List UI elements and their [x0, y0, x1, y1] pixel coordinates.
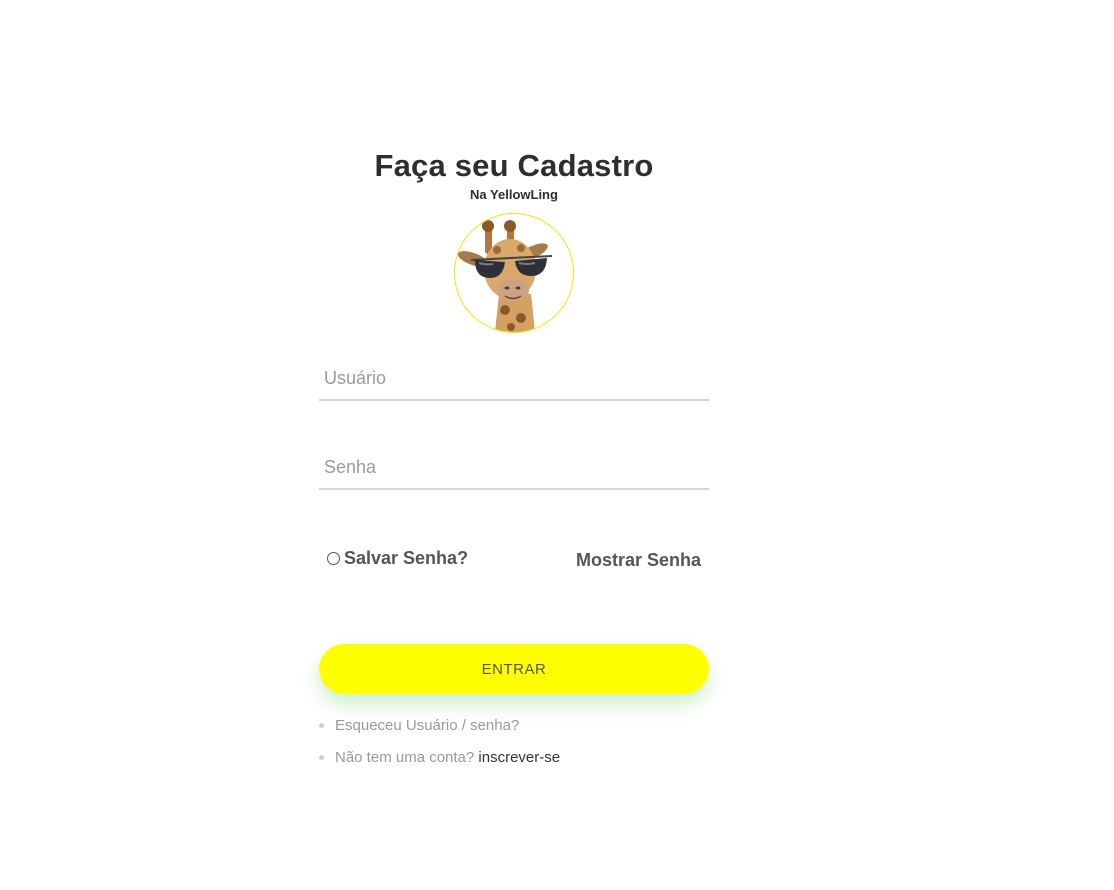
list-item: Não tem uma conta? inscrever-se [319, 746, 560, 778]
no-account-text: Não tem uma conta? [335, 749, 475, 766]
form-options: Salvar Senha? Mostrar Senha [319, 548, 709, 572]
signup-page: Faça seu Cadastro Na YellowLing Usuário … [0, 0, 1114, 890]
username-input[interactable] [319, 357, 709, 401]
remember-password-toggle[interactable]: Salvar Senha? [327, 548, 468, 569]
giraffe-sunglasses-icon [457, 220, 553, 332]
forgot-credentials-link[interactable]: Esqueceu Usuário / senha? [335, 717, 519, 734]
signup-link[interactable]: inscrever-se [478, 749, 560, 766]
password-input[interactable] [319, 446, 709, 490]
avatar [454, 213, 574, 333]
remember-label: Salvar Senha? [344, 548, 469, 568]
page-title: Faça seu Cadastro [374, 148, 654, 183]
submit-button[interactable]: ENTRAR [319, 644, 709, 694]
page-subtitle: Na YellowLing [470, 187, 558, 202]
remember-radio[interactable] [327, 552, 340, 565]
list-item: Esqueceu Usuário / senha? [319, 714, 560, 746]
help-links: Esqueceu Usuário / senha? Não tem uma co… [319, 714, 560, 778]
show-password-button[interactable]: Mostrar Senha [576, 548, 701, 572]
